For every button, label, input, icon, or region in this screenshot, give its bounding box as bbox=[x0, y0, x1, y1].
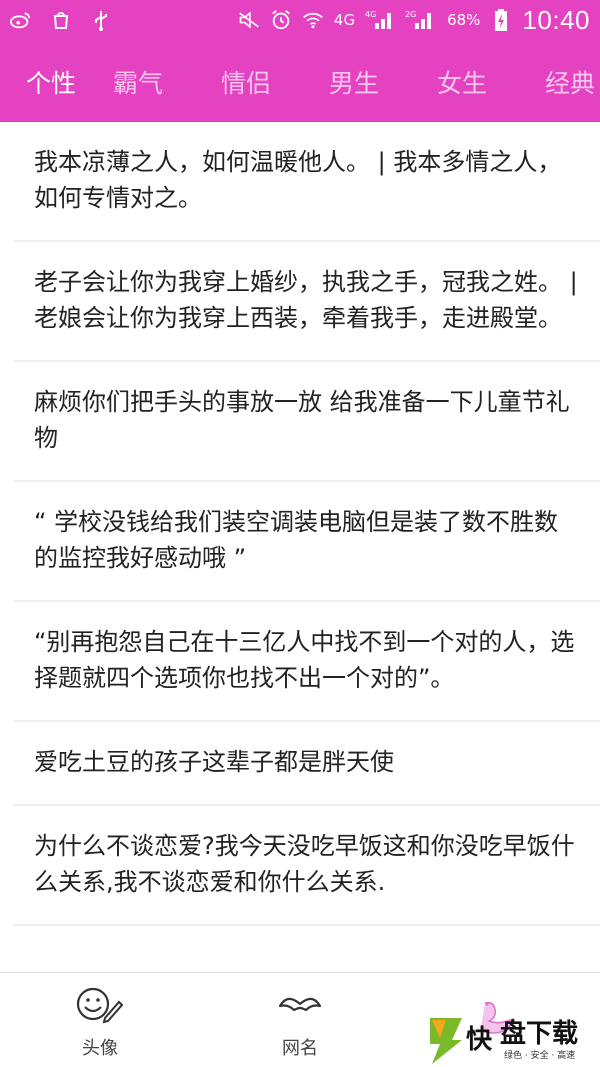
signal-2g-icon: 2G bbox=[405, 9, 437, 31]
signature-text: 我本凉薄之人，如何温暖他人。 | 我本多情之人，如何专情对之。 bbox=[34, 148, 562, 212]
list-item[interactable]: “ 学校没钱给我们装空调装电脑但是装了数不胜数的监控我好感动哦 ” bbox=[14, 482, 600, 602]
signature-text: 老子会让你为我穿上婚纱，执我之手，冠我之姓。 | 老娘会让你为我穿上西装，牵着我… bbox=[34, 268, 578, 332]
tab-baqi[interactable]: 霸气 bbox=[84, 62, 192, 100]
list-item[interactable]: 为什么不谈恋爱?我今天没吃早饭这和你没吃早饭什么关系,我不谈恋爱和你什么关系. bbox=[14, 806, 600, 926]
nav-avatar-label: 头像 bbox=[82, 1038, 118, 1059]
watermark: 快 盘下载 绿色 · 安全 · 高速 bbox=[428, 1012, 600, 1067]
signature-text: 麻烦你们把手头的事放一放 给我准备一下儿童节礼物 bbox=[34, 388, 570, 452]
signature-list: 我本凉薄之人，如何温暖他人。 | 我本多情之人，如何专情对之。 老子会让你为我穿… bbox=[0, 122, 600, 972]
tab-qinglv[interactable]: 情侣 bbox=[192, 62, 300, 100]
battery-percent: 68% bbox=[447, 11, 481, 29]
status-bar: 4G 4G 2G 68% 10:40 bbox=[0, 0, 600, 40]
watermark-brand: 盘下载 bbox=[500, 1018, 578, 1049]
list-item[interactable]: 爱吃土豆的孩子这辈子都是胖天使 bbox=[14, 722, 600, 806]
wifi-icon bbox=[302, 9, 324, 31]
network-type-4g: 4G bbox=[333, 11, 356, 29]
smiley-pen-icon bbox=[75, 984, 125, 1028]
tab-nansheng[interactable]: 男生 bbox=[300, 62, 408, 100]
shopping-bag-icon bbox=[50, 9, 72, 31]
mustache-icon bbox=[276, 984, 324, 1028]
nav-nickname[interactable]: 网名 bbox=[200, 973, 400, 1067]
watermark-char: 快 bbox=[466, 1025, 493, 1055]
svg-text:4G: 4G bbox=[365, 10, 376, 19]
signature-text: 爱吃土豆的孩子这辈子都是胖天使 bbox=[34, 748, 394, 776]
signature-text: “ 学校没钱给我们装空调装电脑但是装了数不胜数的监控我好感动哦 ” bbox=[34, 508, 559, 572]
status-system: 4G 4G 2G 68% 10:40 bbox=[238, 5, 590, 36]
weibo-icon bbox=[10, 9, 32, 31]
mute-icon bbox=[238, 9, 260, 31]
tab-jingdian[interactable]: 经典 bbox=[516, 62, 600, 100]
signature-text: “别再抱怨自己在十三亿人中找不到一个对的人，选择题就四个选项你也找不出一个对的”… bbox=[34, 628, 575, 692]
signature-text: 为什么不谈恋爱?我今天没吃早饭这和你没吃早饭什么关系,我不谈恋爱和你什么关系. bbox=[34, 832, 575, 896]
watermark-slogan: 绿色 · 安全 · 高速 bbox=[504, 1049, 575, 1061]
list-item[interactable]: 麻烦你们把手头的事放一放 给我准备一下儿童节礼物 bbox=[14, 362, 600, 482]
battery-charging-icon bbox=[490, 9, 512, 31]
nav-nickname-label: 网名 bbox=[282, 1038, 318, 1059]
status-notifications bbox=[10, 9, 112, 31]
usb-icon bbox=[90, 9, 112, 31]
alarm-icon bbox=[270, 9, 292, 31]
tab-gexing[interactable]: 个性 bbox=[0, 62, 84, 100]
list-item[interactable]: “别再抱怨自己在十三亿人中找不到一个对的人，选择题就四个选项你也找不出一个对的”… bbox=[14, 602, 600, 722]
list-item[interactable]: 我本凉薄之人，如何温暖他人。 | 我本多情之人，如何专情对之。 bbox=[14, 122, 600, 242]
list-item[interactable]: 老子会让你为我穿上婚纱，执我之手，冠我之姓。 | 老娘会让你为我穿上西装，牵着我… bbox=[14, 242, 600, 362]
tab-nvsheng[interactable]: 女生 bbox=[408, 62, 516, 100]
signal-icon: 4G bbox=[365, 9, 395, 31]
svg-text:2G: 2G bbox=[405, 10, 416, 19]
clock: 10:40 bbox=[522, 4, 590, 35]
nav-avatar[interactable]: 头像 bbox=[0, 973, 200, 1067]
category-tab-bar: 个性 霸气 情侣 男生 女生 经典 bbox=[0, 40, 600, 122]
